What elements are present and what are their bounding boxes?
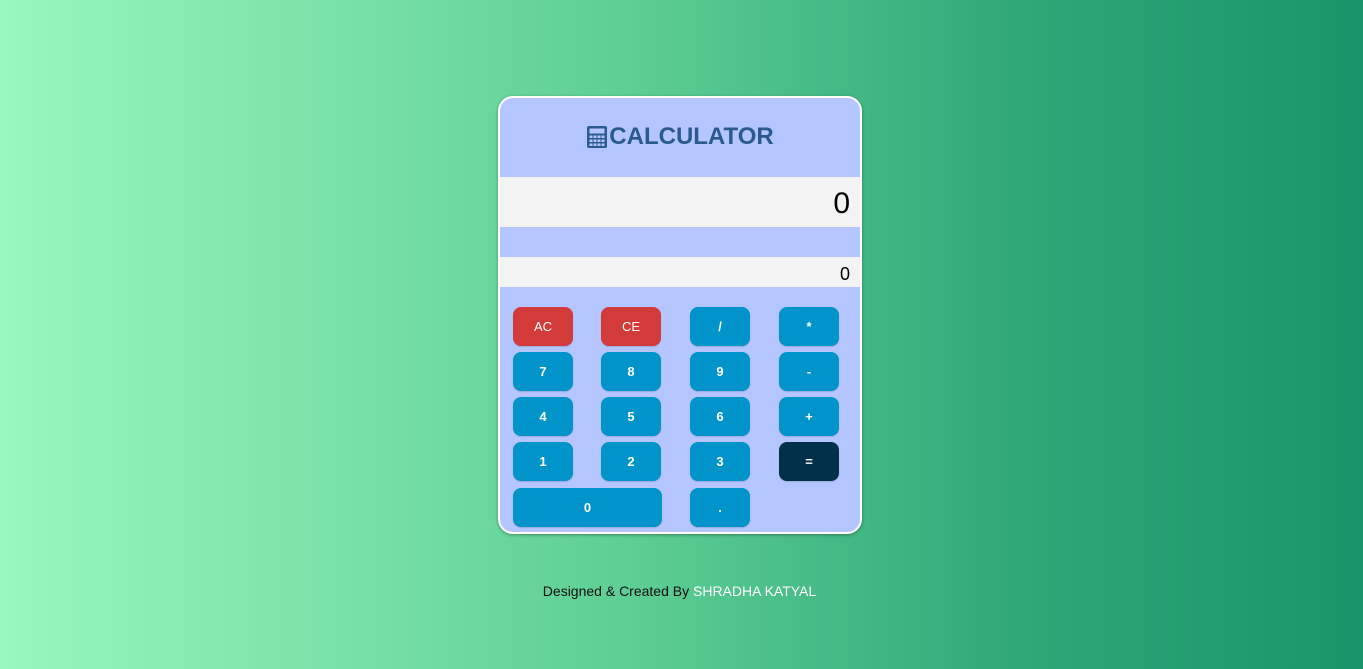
ce-button[interactable]: CE	[601, 307, 661, 346]
main-display: 0	[500, 177, 860, 227]
five-button[interactable]: 5	[601, 397, 661, 436]
multiply-button[interactable]: *	[779, 307, 839, 346]
decimal-button[interactable]: .	[690, 488, 750, 527]
ac-button[interactable]: AC	[513, 307, 573, 346]
footer-text: Designed & Created By	[542, 583, 690, 599]
one-button[interactable]: 1	[513, 442, 573, 481]
page-title: CALCULATOR	[609, 122, 774, 150]
footer-credit: Designed & Created By SHRADHA KATYAL	[0, 583, 1361, 599]
calculator-header: CALCULATOR	[500, 98, 860, 177]
calculator-title: CALCULATOR	[586, 122, 774, 151]
calculator-panel: CALCULATOR 0 0 AC CE / * 7 8 9 - 4 5 6 +…	[498, 96, 862, 534]
plus-button[interactable]: +	[779, 397, 839, 436]
six-button[interactable]: 6	[690, 397, 750, 436]
seven-button[interactable]: 7	[513, 352, 573, 391]
zero-button[interactable]: 0	[513, 488, 662, 527]
three-button[interactable]: 3	[690, 442, 750, 481]
nine-button[interactable]: 9	[690, 352, 750, 391]
two-button[interactable]: 2	[601, 442, 661, 481]
divide-button[interactable]: /	[690, 307, 750, 346]
four-button[interactable]: 4	[513, 397, 573, 436]
footer-author: SHRADHA KATYAL	[693, 583, 817, 599]
equals-button[interactable]: =	[779, 442, 839, 481]
minus-button[interactable]: -	[779, 352, 839, 391]
calculator-icon	[586, 125, 608, 149]
secondary-display: 0	[500, 257, 860, 287]
eight-button[interactable]: 8	[601, 352, 661, 391]
